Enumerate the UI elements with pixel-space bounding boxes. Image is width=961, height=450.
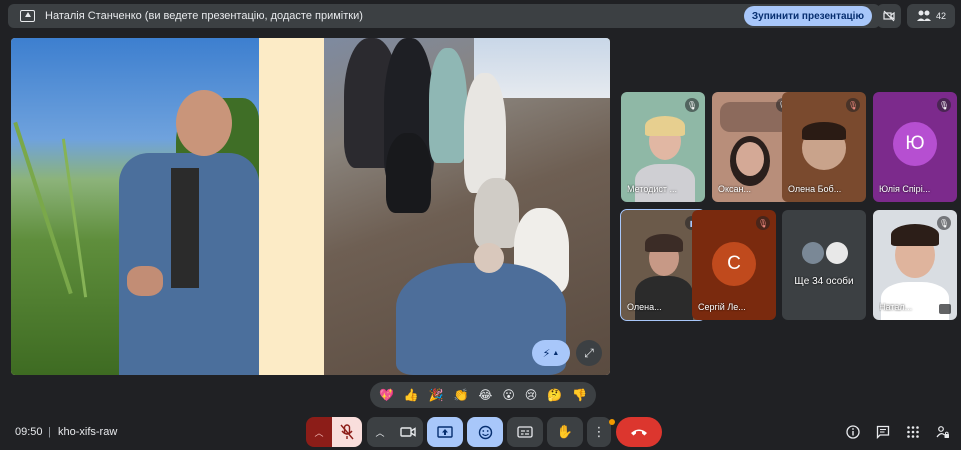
reaction-clap[interactable]: 👏 xyxy=(454,388,469,402)
avatar xyxy=(802,242,824,264)
pip-icon xyxy=(939,304,951,314)
participant-tile[interactable]: Ю 🎙 Юлія Спірі... xyxy=(873,92,957,202)
avatar: Ю xyxy=(893,122,937,166)
chevron-up-icon: ▲ xyxy=(552,349,560,357)
avatar: С xyxy=(712,242,756,286)
chat-icon xyxy=(876,425,890,439)
presented-screen: ⚡ ▲ ⤢ xyxy=(11,38,610,375)
reaction-thumbs-up[interactable]: 👍 xyxy=(404,388,419,402)
host-controls-button[interactable] xyxy=(935,424,951,440)
photo-group-in-field xyxy=(324,38,610,375)
people-count: 42 xyxy=(935,11,946,21)
expand-icon: ⤢ xyxy=(584,345,594,360)
lightning-icon: ⚡ xyxy=(542,347,551,360)
avatar xyxy=(826,242,848,264)
participant-tile[interactable]: 🎙 Олена Боб... xyxy=(782,92,866,202)
raise-hand-button[interactable]: ✋ xyxy=(547,417,583,447)
reactions-bar: 💖 👍 🎉 👏 😂 😮 😢 🤔 👎 xyxy=(370,382,596,408)
mic-off-icon: 🎙 xyxy=(846,98,860,112)
hang-up-icon xyxy=(631,429,647,436)
reactions-button[interactable] xyxy=(467,417,503,447)
people-button[interactable]: 42 xyxy=(907,4,955,28)
chevron-up-icon: ︿ xyxy=(314,427,324,438)
leave-call-button[interactable] xyxy=(616,417,662,447)
reaction-surprised[interactable]: 😮 xyxy=(502,388,515,402)
participant-name: Методист ... xyxy=(627,184,678,194)
presentation-banner: Наталія Станченко (ви ведете презентацію… xyxy=(8,4,880,28)
more-participants-tile[interactable]: Ще 34 особи xyxy=(782,210,866,320)
participant-name: Сергій Ле... xyxy=(698,302,746,312)
present-icon xyxy=(437,425,453,438)
presentation-options-button[interactable]: ⚡ ▲ xyxy=(532,340,570,366)
more-participants-label: Ще 34 особи xyxy=(794,276,854,287)
participant-tile[interactable]: 🎙 Методист ... xyxy=(621,92,705,202)
info-icon xyxy=(846,425,860,439)
participant-name: Олена Боб... xyxy=(788,184,842,194)
mic-off-icon: 🎙 xyxy=(685,98,699,112)
reaction-thinking[interactable]: 🤔 xyxy=(547,388,562,402)
current-time: 09:50 xyxy=(15,426,43,438)
reaction-sad[interactable]: 😢 xyxy=(525,388,538,402)
microphone-toggle-button[interactable] xyxy=(332,417,362,447)
more-vert-icon: ⋮ xyxy=(592,424,606,439)
video-options-button[interactable]: ︿ xyxy=(367,417,393,447)
more-options-button[interactable]: ⋮ xyxy=(587,417,611,447)
apps-grid-icon xyxy=(907,426,919,438)
lock-person-icon xyxy=(936,426,949,438)
reaction-laugh[interactable]: 😂 xyxy=(478,388,492,402)
present-screen-button[interactable] xyxy=(427,417,463,447)
participant-name: Юлія Спірі... xyxy=(879,184,931,194)
camera-toggle-button[interactable] xyxy=(393,417,423,447)
captions-button[interactable] xyxy=(507,417,543,447)
notification-dot xyxy=(609,419,615,425)
photo-man-in-field xyxy=(11,38,259,375)
hand-icon: ✋ xyxy=(556,424,574,439)
camera-icon xyxy=(400,427,416,437)
participant-name: Оксан... xyxy=(718,184,752,194)
stop-presenting-button[interactable]: Зупинити презентацію xyxy=(743,6,872,26)
hide-self-view-button[interactable] xyxy=(877,4,901,28)
reaction-heart[interactable]: 💖 xyxy=(379,388,394,402)
chevron-up-icon: ︿ xyxy=(375,427,385,438)
chat-button[interactable] xyxy=(875,424,891,440)
audio-options-button[interactable]: ︿ xyxy=(306,417,332,447)
mic-off-icon: 🎙 xyxy=(937,216,951,230)
mic-off-icon: 🎙 xyxy=(756,216,770,230)
smiley-icon xyxy=(478,425,492,439)
presenting-status-text: Наталія Станченко (ви ведете презентацію… xyxy=(45,10,363,22)
mic-off-icon: 🎙 xyxy=(937,98,951,112)
people-icon xyxy=(916,10,931,21)
fullscreen-button[interactable]: ⤢ xyxy=(576,340,602,366)
reaction-thumbs-down[interactable]: 👎 xyxy=(572,388,587,402)
participant-name: Олена... xyxy=(627,302,662,312)
participant-tile[interactable]: С 🎙 Сергій Ле... xyxy=(692,210,776,320)
meeting-code: kho-xifs-raw xyxy=(58,426,118,438)
no-video-icon xyxy=(883,10,895,22)
activities-button[interactable] xyxy=(905,424,921,440)
meeting-details-button[interactable] xyxy=(845,424,861,440)
reaction-party[interactable]: 🎉 xyxy=(429,388,444,402)
present-screen-icon xyxy=(20,10,35,22)
presentation-controls: ⚡ ▲ ⤢ xyxy=(532,340,602,368)
top-right-controls: 42 xyxy=(877,4,955,28)
separator: | xyxy=(48,426,51,438)
participant-tile[interactable]: 🎙 Натал... xyxy=(873,210,957,320)
mic-off-icon xyxy=(340,424,354,440)
captions-icon xyxy=(517,426,533,438)
